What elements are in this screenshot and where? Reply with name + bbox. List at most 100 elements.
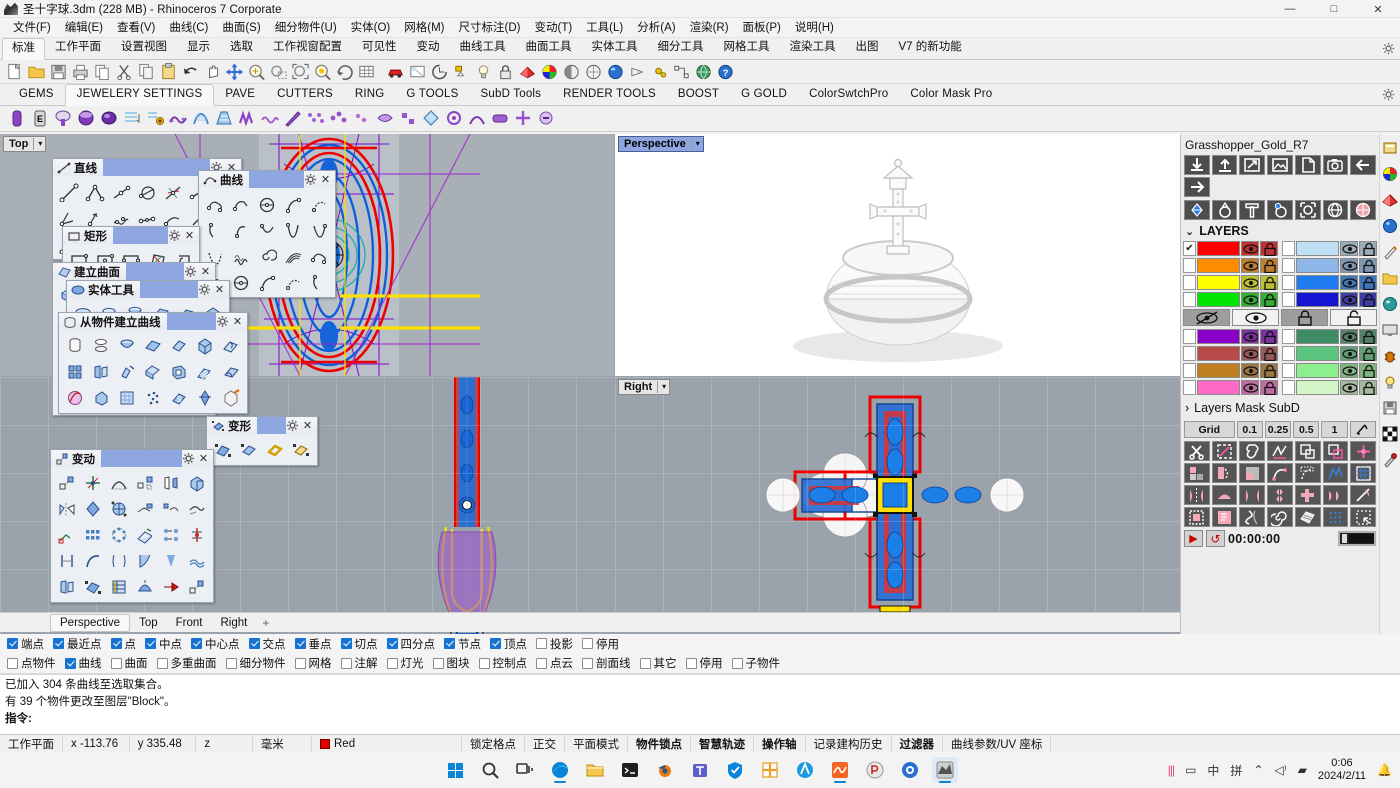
file-explorer-icon[interactable] (582, 757, 608, 783)
car-icon[interactable] (385, 61, 406, 82)
unlock-all-icon[interactable] (1330, 309, 1377, 326)
layer-checkbox-b-4[interactable] (1282, 329, 1295, 344)
palette-drag-handle[interactable] (103, 159, 210, 176)
volume-icon[interactable]: ◁⁾ (1275, 763, 1287, 777)
layer-color-b-2[interactable] (1296, 275, 1339, 290)
curve-boolean-icon[interactable] (1267, 441, 1293, 461)
layer-checkbox-7[interactable] (1183, 380, 1196, 395)
jewelry-tool-12[interactable] (282, 108, 304, 130)
palette-drag-handle[interactable] (257, 417, 286, 434)
tool-crvobj-3[interactable] (140, 333, 165, 358)
layer-visibility-7[interactable] (1241, 380, 1259, 395)
plugin-tab-9[interactable]: G GOLD (730, 85, 798, 105)
spiral-icon[interactable] (1267, 507, 1293, 527)
filter-checkbox-5[interactable] (295, 658, 306, 669)
tool-xform-22[interactable] (158, 548, 183, 573)
tool-xform-20[interactable] (106, 548, 131, 573)
layer-lock-b-6[interactable] (1359, 363, 1377, 378)
tool-crvobj-1[interactable] (88, 333, 113, 358)
tool-curve-1[interactable] (228, 191, 253, 216)
bend-icon[interactable] (1212, 485, 1238, 505)
layer-visibility-b-7[interactable] (1340, 380, 1358, 395)
toolbar-tab-6[interactable]: 可见性 (352, 37, 407, 59)
color-wheel-icon[interactable] (1382, 166, 1399, 183)
tool-xform-7[interactable] (80, 496, 105, 521)
menu-item-11[interactable]: 分析(A) (630, 19, 682, 37)
layer-visibility-b-5[interactable] (1340, 346, 1358, 361)
camera-icon[interactable] (1323, 155, 1349, 175)
save-icon[interactable] (48, 61, 69, 82)
jewelry-tool-8[interactable] (190, 108, 212, 130)
twist-icon[interactable] (1239, 507, 1265, 527)
toolbar-tab-1[interactable]: 工作平面 (45, 37, 111, 59)
layer-checkbox-5[interactable] (1183, 346, 1196, 361)
viewport-label-top[interactable]: Top ▾ (3, 136, 46, 152)
matlab-icon[interactable] (827, 757, 853, 783)
layer-checkbox-b-1[interactable] (1282, 258, 1295, 273)
clock[interactable]: 0:06 2024/2/11 (1318, 757, 1366, 783)
jewelry-tool-15[interactable] (351, 108, 373, 130)
layer-color-b-1[interactable] (1296, 258, 1339, 273)
tool-crvobj-0[interactable] (62, 333, 87, 358)
security-icon[interactable] (722, 757, 748, 783)
palette-drag-handle[interactable] (249, 171, 304, 188)
tool-deform-3[interactable] (288, 437, 313, 462)
chevron-down-icon[interactable]: ▾ (691, 138, 700, 150)
tool-crvobj-12[interactable] (192, 359, 217, 384)
layer-color-7[interactable] (1197, 380, 1240, 395)
osnap-checkbox-2[interactable] (111, 638, 122, 649)
layer-visibility-b-4[interactable] (1340, 329, 1358, 344)
osnap-2[interactable]: 点 (111, 636, 137, 652)
layer-checkbox-0[interactable]: ✔ (1183, 241, 1196, 256)
diagonal-split-icon[interactable] (1350, 485, 1376, 505)
tool-crvobj-9[interactable] (114, 359, 139, 384)
menu-item-6[interactable]: 实体(O) (344, 19, 398, 37)
tool-curve-12[interactable] (254, 243, 279, 268)
node-icon[interactable] (671, 61, 692, 82)
tool-line-2[interactable] (108, 179, 133, 204)
dome-pave-icon[interactable] (1350, 200, 1376, 220)
tool-line-0[interactable] (56, 179, 81, 204)
tool-xform-4[interactable] (158, 470, 183, 495)
palette-header-curve[interactable]: 曲线✕ (199, 171, 335, 188)
menu-item-3[interactable]: 曲线(C) (162, 19, 215, 37)
tool-xform-17[interactable] (184, 522, 209, 547)
grid-button-3[interactable]: 0.5 (1293, 421, 1319, 438)
osnap-1[interactable]: 最近点 (53, 636, 102, 652)
tool-xform-27[interactable] (132, 574, 157, 599)
direction-icon[interactable] (627, 61, 648, 82)
gears-icon[interactable] (649, 61, 670, 82)
menu-item-2[interactable]: 查看(V) (110, 19, 162, 37)
filter-6[interactable]: 注解 (341, 655, 378, 671)
close-icon[interactable]: ✕ (183, 229, 196, 242)
render-shade-icon[interactable] (517, 61, 538, 82)
gear-icon[interactable] (286, 419, 299, 432)
layer-checkbox-b-3[interactable] (1282, 292, 1295, 307)
plugin-tab-0[interactable]: GEMS (8, 85, 65, 105)
layout-icon[interactable] (407, 61, 428, 82)
light-icon[interactable] (1382, 374, 1399, 391)
osnap-checkbox-10[interactable] (490, 638, 501, 649)
layer-checkbox-6[interactable] (1183, 363, 1196, 378)
tool-xform-24[interactable] (54, 574, 79, 599)
osnap-checkbox-7[interactable] (341, 638, 352, 649)
palette-header-deform[interactable]: 变形✕ (207, 417, 317, 434)
save-icon[interactable] (1382, 400, 1399, 417)
bell-icon[interactable]: 🔔 (1377, 763, 1392, 777)
layer-visibility-b-3[interactable] (1340, 292, 1358, 307)
filter-checkbox-1[interactable] (65, 658, 76, 669)
jewelry-tool-16[interactable] (374, 108, 396, 130)
jewelry-tool-23[interactable] (535, 108, 557, 130)
osnap-7[interactable]: 切点 (341, 636, 378, 652)
image-icon[interactable] (1267, 155, 1293, 175)
plugin-tab-4[interactable]: RING (344, 85, 396, 105)
tool-crvobj-6[interactable] (218, 333, 243, 358)
terminal-icon[interactable] (617, 757, 643, 783)
layer-color-6[interactable] (1197, 363, 1240, 378)
add-viewport-icon[interactable]: + (256, 616, 275, 630)
environment-icon[interactable] (1382, 218, 1399, 235)
filter-10[interactable]: 点云 (536, 655, 573, 671)
tool-curve-16[interactable] (228, 269, 253, 294)
layer-checkbox-b-5[interactable] (1282, 346, 1295, 361)
paste-icon[interactable] (158, 61, 179, 82)
